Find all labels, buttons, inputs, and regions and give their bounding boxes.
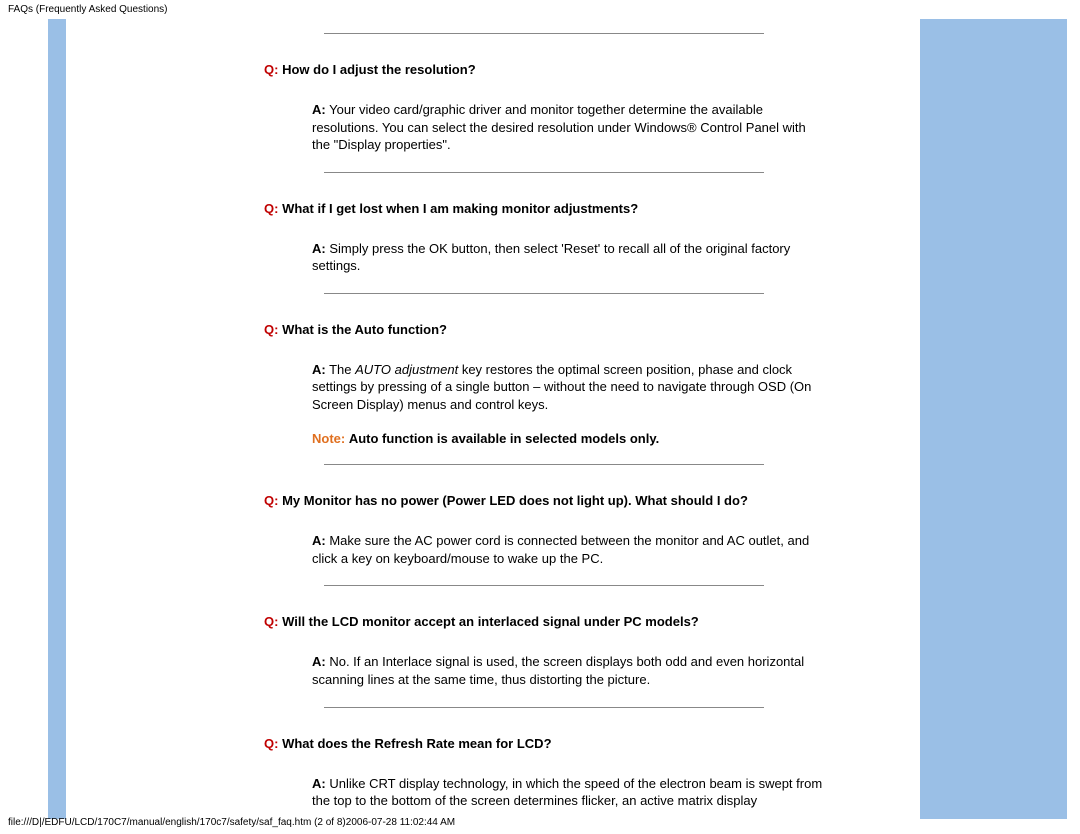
a-label: A:	[312, 533, 326, 548]
divider	[324, 293, 764, 294]
note-text: Auto function is available in selected m…	[349, 431, 659, 446]
footer-path: file:///D|/EDFU/LCD/170C7/manual/english…	[0, 815, 463, 830]
right-accent-strip	[920, 19, 1067, 819]
q-text: What if I get lost when I am making moni…	[282, 201, 638, 216]
divider	[324, 707, 764, 708]
a-label: A:	[312, 776, 326, 791]
header-path: FAQs (Frequently Asked Questions)	[0, 0, 1080, 19]
a-text: No. If an Interlace signal is used, the …	[312, 654, 804, 687]
q-text: Will the LCD monitor accept an interlace…	[282, 614, 699, 629]
divider	[324, 464, 764, 465]
faq-item: Q: How do I adjust the resolution? A: Yo…	[264, 62, 824, 154]
q-text: How do I adjust the resolution?	[282, 62, 476, 77]
q-text: What does the Refresh Rate mean for LCD?	[282, 736, 551, 751]
q-label: Q:	[264, 201, 278, 216]
q-label: Q:	[264, 493, 278, 508]
faq-item: Q: What is the Auto function? A: The AUT…	[264, 322, 824, 447]
a-label: A:	[312, 362, 326, 377]
left-accent-strip	[48, 19, 66, 819]
q-label: Q:	[264, 62, 278, 77]
a-label: A:	[312, 241, 326, 256]
a-text: Simply press the OK button, then select …	[312, 241, 790, 274]
a-text: Your video card/graphic driver and monit…	[312, 102, 806, 152]
divider	[324, 585, 764, 586]
faq-item: Q: My Monitor has no power (Power LED do…	[264, 493, 824, 567]
faq-item: Q: What does the Refresh Rate mean for L…	[264, 736, 824, 810]
a-label: A:	[312, 102, 326, 117]
q-text: What is the Auto function?	[282, 322, 447, 337]
faq-item: Q: Will the LCD monitor accept an interl…	[264, 614, 824, 688]
divider	[324, 172, 764, 173]
q-label: Q:	[264, 322, 278, 337]
a-text: Unlike CRT display technology, in which …	[312, 776, 822, 809]
note-label: Note:	[312, 431, 345, 446]
q-label: Q:	[264, 614, 278, 629]
q-label: Q:	[264, 736, 278, 751]
a-text: The AUTO adjustment key restores the opt…	[312, 362, 811, 412]
a-text: Make sure the AC power cord is connected…	[312, 533, 809, 566]
q-text: My Monitor has no power (Power LED does …	[282, 493, 748, 508]
faq-content: Q: How do I adjust the resolution? A: Yo…	[264, 19, 824, 820]
faq-item: Q: What if I get lost when I am making m…	[264, 201, 824, 275]
divider	[324, 33, 764, 34]
a-label: A:	[312, 654, 326, 669]
